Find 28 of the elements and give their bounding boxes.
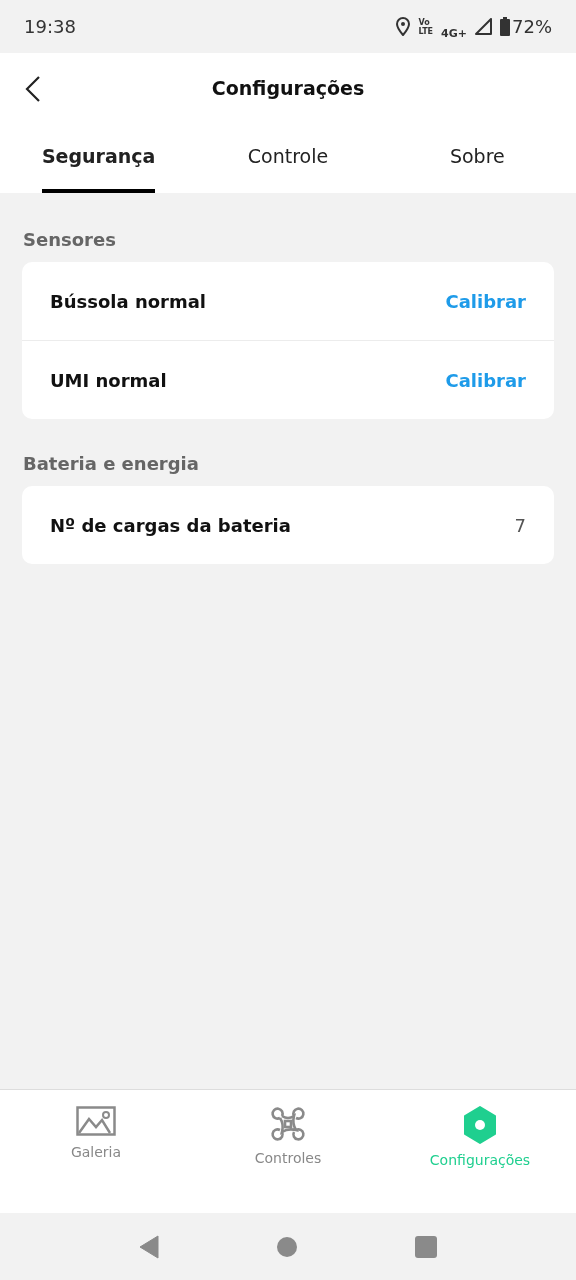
setting-label: UMI normal (50, 369, 168, 391)
page-title: Configurações (211, 77, 365, 99)
section-title: Bateria e energia (23, 453, 200, 474)
status-time: 19:38 (24, 16, 77, 37)
tab[interactable]: Segurança (4, 123, 194, 193)
nav-item[interactable]: Configurações (384, 1090, 576, 1213)
location-icon (396, 17, 411, 36)
calibrate-link[interactable]: Calibrar (445, 290, 526, 312)
calibrate-link[interactable]: Calibrar (445, 369, 526, 391)
nav-item[interactable]: Controles (192, 1090, 384, 1213)
battery-icon (500, 17, 510, 36)
recents-icon[interactable] (415, 1235, 437, 1258)
image-icon (76, 1106, 116, 1136)
back-icon[interactable] (24, 75, 42, 103)
tab[interactable]: Controle (193, 123, 383, 193)
setting-label: Bússola normal (50, 290, 208, 312)
tab[interactable]: Sobre (382, 123, 572, 193)
nav-item[interactable]: Galeria (0, 1090, 192, 1213)
battery-percent: 72% (512, 16, 552, 37)
setting-label: Nº de cargas da bateria (50, 514, 292, 536)
home-icon[interactable] (277, 1236, 297, 1257)
signal-icon (475, 18, 492, 35)
network-type: 4G+ (441, 27, 467, 40)
settings-icon (463, 1106, 497, 1144)
drone-icon (270, 1106, 306, 1142)
setting-value: 7 (514, 514, 526, 536)
volte-indicator: Vo LTE (418, 17, 434, 36)
section-title: Sensores (23, 229, 117, 250)
